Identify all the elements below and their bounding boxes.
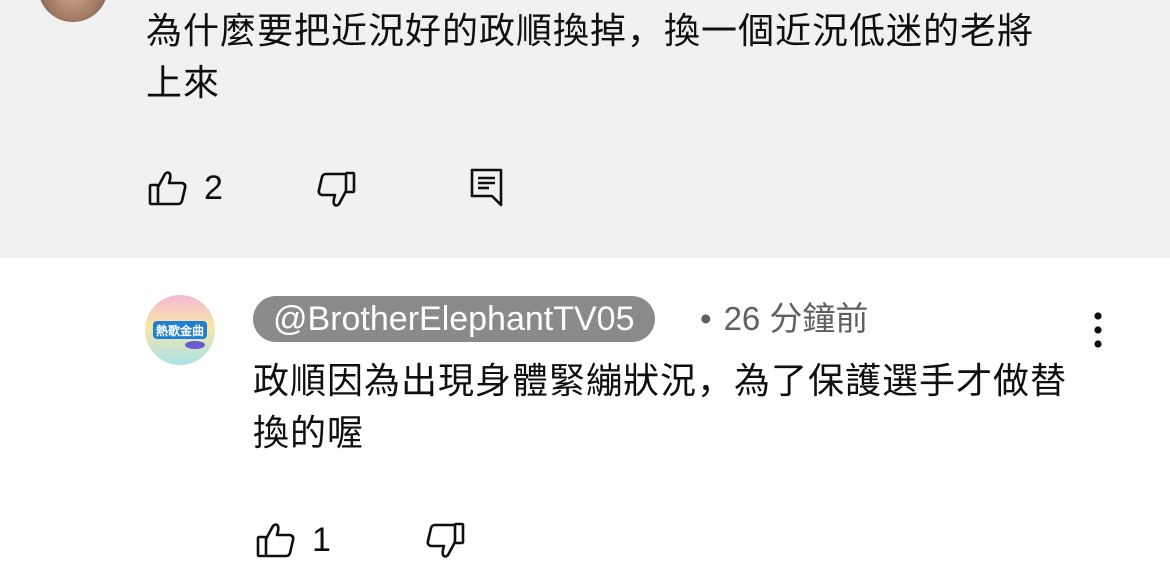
thumb-down-icon — [317, 171, 356, 207]
comment-timestamp[interactable]: 26 分鐘前 — [724, 300, 869, 337]
avatar-logo-text: 熱歌金曲 — [156, 323, 204, 338]
channel-logo-avatar: 熱歌金曲 — [145, 295, 215, 365]
channel-avatar[interactable]: 熱歌金曲 — [145, 295, 215, 365]
reply-text: 政順因為出現身體緊繃狀況，為了保護選手才做替換的喔 — [253, 361, 1068, 454]
channel-handle-badge[interactable]: @BrotherElephantTV05 — [253, 296, 655, 342]
thumb-down-icon — [426, 522, 465, 558]
highlighted-comment: 為什麼要把近況好的政順換掉，換一個近況低迷的老將上來 2 — [0, 0, 1170, 258]
thumb-up-icon — [256, 523, 295, 558]
like-button[interactable]: 1 — [256, 520, 331, 560]
like-button[interactable]: 2 — [148, 168, 223, 208]
reply-button[interactable] — [470, 168, 504, 208]
dislike-button[interactable] — [316, 170, 356, 210]
more-vert-icon[interactable] — [1088, 310, 1108, 350]
reply-comment-icon — [470, 168, 503, 207]
more-vert-icon[interactable] — [1088, 0, 1110, 6]
like-count: 2 — [204, 168, 223, 207]
like-count: 1 — [312, 520, 331, 559]
comment-text: 為什麼要把近況好的政順換掉，換一個近況低迷的老將上來 — [146, 11, 1035, 104]
thumb-up-icon — [148, 171, 187, 206]
dislike-button[interactable] — [425, 521, 465, 561]
comment-meta: • 26 分鐘前 — [700, 296, 868, 342]
meta-separator: • — [700, 300, 712, 337]
user-avatar[interactable] — [38, 0, 108, 22]
